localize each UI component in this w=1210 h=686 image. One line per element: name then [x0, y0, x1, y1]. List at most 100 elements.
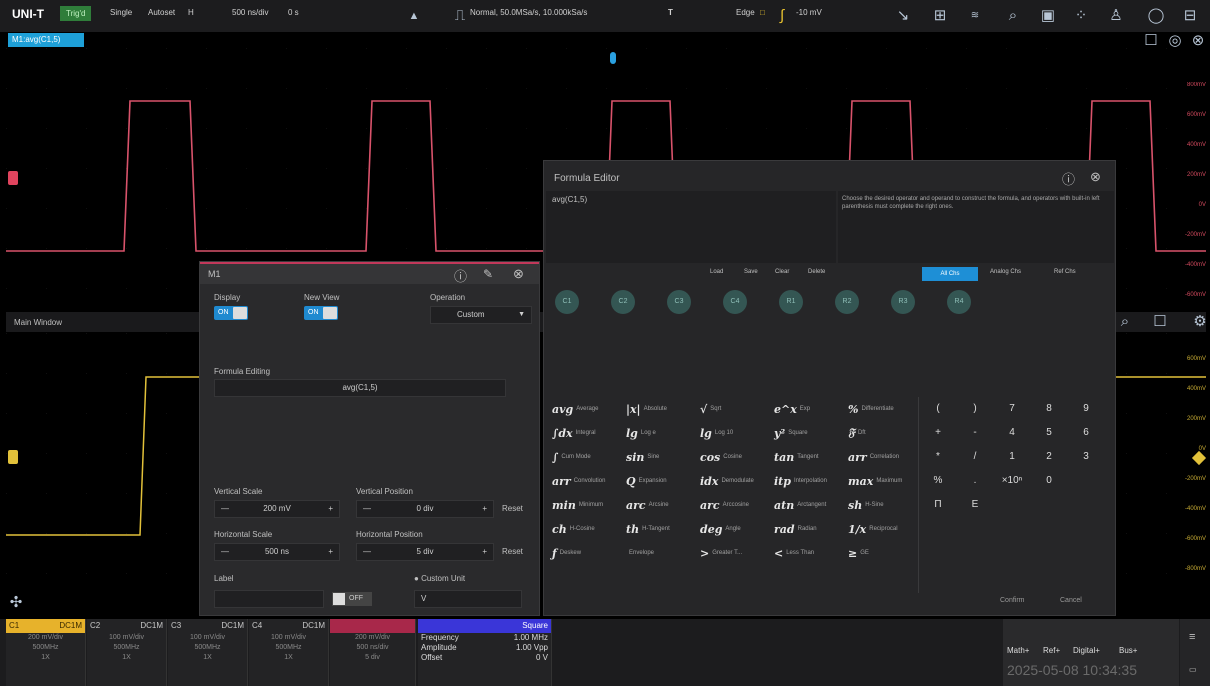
keypad-key-18[interactable]: 0 — [1038, 472, 1060, 490]
acquire-wave-icon[interactable]: ⎍ — [450, 6, 470, 26]
channel-operand-7[interactable]: R4 — [947, 290, 971, 314]
operator-button-14[interactable]: arr Correlation — [848, 448, 899, 466]
horizontal-scale-stepper[interactable]: — 500 ns + — [214, 543, 340, 561]
apps-icon[interactable]: ⁘ — [1071, 6, 1091, 26]
trigger-position-marker[interactable] — [610, 52, 616, 64]
operator-button-2[interactable]: √ Sqrt — [700, 400, 721, 418]
trigger-status[interactable]: Trig'd — [60, 6, 92, 21]
keypad-key-19[interactable] — [1075, 472, 1097, 490]
run-stop-icon[interactable]: ▲ — [404, 6, 424, 26]
keypad-key-14[interactable]: 3 — [1075, 448, 1097, 466]
keypad-key-11[interactable]: / — [964, 448, 986, 466]
keypad-key-3[interactable]: 8 — [1038, 400, 1060, 418]
math-channel-box[interactable]: 200 mV/div 500 ns/div 5 div — [330, 619, 416, 686]
help-icon[interactable]: ⓘ — [454, 266, 467, 285]
tab-all-channels[interactable]: All Chs — [922, 267, 978, 281]
plus-icon[interactable]: + — [482, 544, 487, 560]
timebase-readout[interactable]: 500 ns/div — [232, 8, 268, 17]
close-icon[interactable]: ⊗ — [513, 266, 524, 282]
operator-button-8[interactable]: y² Square — [774, 424, 808, 442]
minus-icon[interactable]: — — [221, 544, 229, 560]
operator-button-3[interactable]: e^x Exp — [774, 400, 810, 418]
acquisition-readout[interactable]: Normal, 50.0MSa/s, 10.000kSa/s — [470, 8, 587, 17]
trigger-level[interactable]: -10 mV — [796, 8, 822, 17]
plus-icon[interactable]: + — [328, 544, 333, 560]
help-icon[interactable]: ⓘ — [1062, 169, 1075, 188]
channel-operand-3[interactable]: C4 — [723, 290, 747, 314]
keypad-key-1[interactable]: ) — [964, 400, 986, 418]
operator-button-16[interactable]: Q Expansion — [626, 472, 667, 490]
cursor-icon[interactable]: ↘ — [893, 6, 913, 26]
channel-operand-4[interactable]: R1 — [779, 290, 803, 314]
layout-icon[interactable]: ⊟ — [1180, 6, 1200, 26]
keypad-key-2[interactable]: 7 — [1001, 400, 1023, 418]
display-toggle[interactable]: ON — [214, 306, 248, 320]
operator-button-26[interactable]: th H-Tangent — [626, 520, 670, 538]
operator-button-15[interactable]: arr Convolution — [552, 472, 605, 490]
channel-operand-2[interactable]: C3 — [667, 290, 691, 314]
ref-add-button[interactable]: Ref+ — [1043, 646, 1060, 655]
collapse-icon[interactable]: ≡ — [1189, 631, 1195, 643]
horizontal-button[interactable]: H — [188, 8, 194, 17]
operator-button-7[interactable]: lg Log 10 — [700, 424, 733, 442]
operator-button-5[interactable]: ∫dx Integral — [552, 424, 596, 442]
operator-button-33[interactable]: < Less Than — [774, 544, 814, 562]
save-button[interactable]: Save — [744, 269, 758, 275]
utility-icon[interactable]: ♙ — [1106, 6, 1126, 26]
keypad-key-9[interactable]: 6 — [1075, 424, 1097, 442]
keypad-key-7[interactable]: 4 — [1001, 424, 1023, 442]
autoset-button[interactable]: Autoset — [148, 8, 175, 17]
operator-button-19[interactable]: max Maximum — [848, 472, 902, 490]
trigger-button[interactable]: T — [668, 8, 673, 17]
display-icon[interactable]: ◯ — [1146, 6, 1166, 26]
bus-add-button[interactable]: Bus+ — [1119, 646, 1137, 655]
cancel-button[interactable]: Cancel — [1060, 597, 1082, 604]
minus-icon[interactable]: — — [221, 501, 229, 517]
vertical-position-stepper[interactable]: — 0 div + — [356, 500, 494, 518]
channel3-box[interactable]: C3 DC1M 100 mV/div 500MHz 1X — [168, 619, 248, 686]
operator-button-25[interactable]: ch H-Cosine — [552, 520, 595, 538]
keypad-key-20[interactable]: Π — [927, 496, 949, 514]
operator-button-30[interactable]: ƒ Deskew — [552, 544, 581, 562]
keypad-key-8[interactable]: 5 — [1038, 424, 1060, 442]
lower-maximize-icon[interactable]: ☐ — [1150, 312, 1170, 332]
single-button[interactable]: Single — [110, 8, 132, 17]
operator-button-13[interactable]: tan Tangent — [774, 448, 819, 466]
channel-operand-0[interactable]: C1 — [555, 290, 579, 314]
measure-icon[interactable]: ⊞ — [930, 6, 950, 26]
channel1-marker[interactable] — [8, 450, 18, 464]
keypad-key-13[interactable]: 2 — [1038, 448, 1060, 466]
close-icon[interactable]: ⊗ — [1090, 169, 1101, 185]
math-tab[interactable]: M1:avg(C1,5) — [8, 33, 84, 47]
custom-unit-input[interactable]: V — [414, 590, 522, 608]
delay-readout[interactable]: 0 s — [288, 8, 299, 17]
custom-unit-label[interactable]: ● Custom Unit — [414, 574, 465, 583]
plus-icon[interactable]: + — [482, 501, 487, 517]
keypad-key-12[interactable]: 1 — [1001, 448, 1023, 466]
horizontal-reset-button[interactable]: Reset — [502, 547, 523, 556]
operator-button-20[interactable]: min Minimum — [552, 496, 603, 514]
minus-icon[interactable]: — — [363, 501, 371, 517]
math-channel-marker[interactable] — [8, 171, 18, 185]
operator-button-6[interactable]: lg Log e — [626, 424, 656, 442]
keypad-key-16[interactable]: . — [964, 472, 986, 490]
channel2-box[interactable]: C2 DC1M 100 mV/div 500MHz 1X — [87, 619, 167, 686]
keypad-key-10[interactable]: * — [927, 448, 949, 466]
load-button[interactable]: Load — [710, 269, 723, 275]
auto-measure-icon[interactable]: ≋ — [965, 6, 985, 26]
delete-button[interactable]: Delete — [808, 269, 825, 275]
operator-button-23[interactable]: atn Arctangent — [774, 496, 826, 514]
operator-button-11[interactable]: sin Sine — [626, 448, 659, 466]
operator-button-24[interactable]: sh H-Sine — [848, 496, 884, 514]
split-icon[interactable]: ▭ — [1189, 665, 1197, 674]
keypad-key-21[interactable]: E — [964, 496, 986, 514]
horizontal-position-stepper[interactable]: — 5 div + — [356, 543, 494, 561]
channel4-box[interactable]: C4 DC1M 100 mV/div 500MHz 1X — [249, 619, 329, 686]
label-input[interactable] — [214, 590, 324, 608]
operator-button-29[interactable]: 1/x Reciprocal — [848, 520, 898, 538]
operation-select[interactable]: Custom ▼ — [430, 306, 532, 324]
zoom-icon[interactable]: ⌕ — [1115, 312, 1135, 332]
operator-button-28[interactable]: rad Radian — [774, 520, 817, 538]
operator-button-21[interactable]: arc Arcsine — [626, 496, 669, 514]
keypad-key-4[interactable]: 9 — [1075, 400, 1097, 418]
